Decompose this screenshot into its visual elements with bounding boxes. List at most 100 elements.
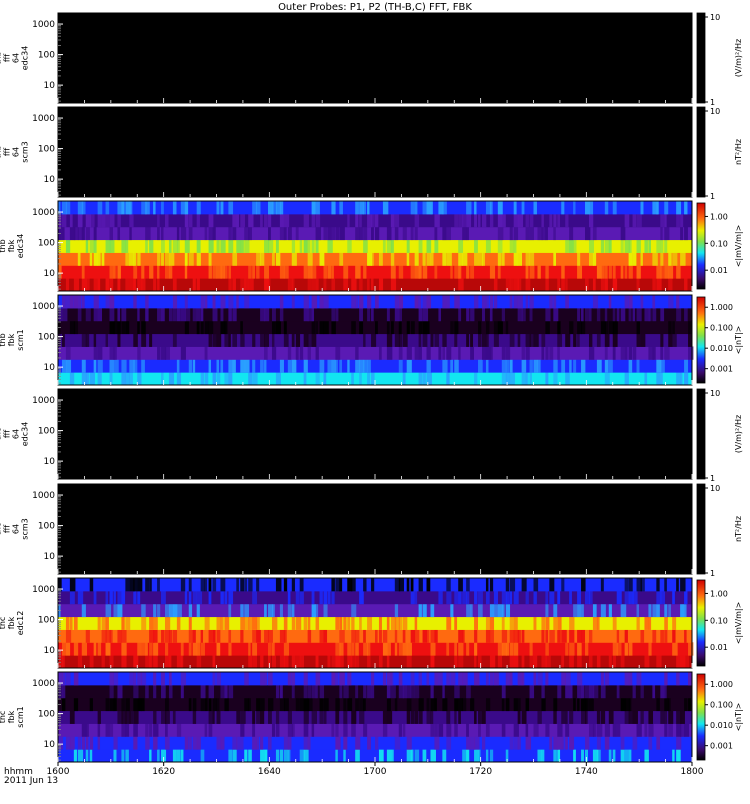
band-stripe [592, 723, 597, 737]
band-stripe [224, 590, 228, 605]
band-stripe [283, 213, 290, 228]
band-stripe [264, 307, 270, 322]
band-stripe [398, 265, 404, 279]
band-stripe [430, 684, 434, 699]
band-stripe [117, 201, 123, 215]
band-stripe [668, 295, 674, 309]
band-stripe [489, 672, 494, 686]
band-stripe [208, 723, 213, 737]
band-stripe [121, 590, 126, 605]
band-stripe [382, 642, 388, 656]
band-stripe [145, 723, 149, 737]
band-stripe [283, 655, 289, 669]
band-stripe [485, 578, 489, 592]
band-stripe [184, 201, 189, 215]
band-stripe [161, 684, 166, 699]
band-stripe [458, 590, 462, 605]
band-stripe [109, 359, 114, 373]
band-stripe [291, 333, 295, 347]
band-stripe [446, 252, 452, 266]
band-stripe [351, 629, 356, 643]
band-stripe [125, 749, 129, 763]
band-stripe [141, 697, 145, 712]
band-stripe [323, 603, 328, 618]
band-stripe [624, 213, 630, 228]
band-stripe [121, 201, 125, 215]
band-stripe [367, 684, 372, 699]
panel-y-label-line: fff [3, 148, 12, 157]
band-stripe [513, 590, 519, 605]
band-stripe [125, 697, 130, 712]
band-stripe [684, 278, 688, 292]
band-stripe [406, 710, 411, 724]
band-stripe [521, 307, 526, 322]
panel-y-label-line: thc [0, 617, 7, 630]
y-tick-label: 100 [38, 522, 55, 532]
band-stripe [196, 642, 201, 656]
band-stripe [402, 226, 407, 241]
band-stripe [501, 723, 506, 737]
band-stripe [553, 252, 557, 266]
band-stripe [153, 201, 156, 215]
band-stripe [525, 213, 529, 228]
band-stripe [113, 749, 117, 763]
band-stripe [291, 239, 296, 253]
band-stripe [81, 736, 85, 750]
x-tick-label: 1800 [681, 767, 704, 777]
band-stripe [129, 213, 134, 228]
band-stripe [624, 265, 628, 279]
band-stripe [77, 655, 83, 669]
band-stripe [279, 307, 284, 322]
band-stripe [585, 226, 591, 241]
band-stripe [291, 295, 295, 309]
panel-plot-area [58, 13, 692, 103]
band-stripe [394, 226, 399, 241]
band-stripe [256, 697, 261, 712]
band-stripe [295, 590, 300, 605]
band-stripe [636, 307, 642, 322]
band-stripe [291, 603, 295, 618]
y-tick-label: 100 [38, 145, 55, 155]
band-stripe [680, 578, 686, 592]
band-stripe [268, 239, 274, 253]
band-stripe [648, 736, 653, 750]
band-stripe [676, 736, 682, 750]
band-stripe [164, 723, 168, 737]
band-stripe [600, 278, 605, 292]
band-stripe [89, 578, 94, 592]
band-stripe [513, 723, 519, 737]
band-stripe [466, 578, 470, 592]
band-stripe [287, 736, 292, 750]
band-stripe [521, 655, 525, 669]
band-stripe [501, 359, 507, 373]
band-stripe [105, 201, 110, 215]
band-stripe [311, 278, 316, 292]
band-stripe [398, 672, 403, 686]
band-stripe [77, 295, 82, 309]
band-stripe [386, 642, 391, 656]
band-stripe [644, 749, 649, 763]
band-stripe [157, 226, 160, 241]
band-stripe [616, 723, 621, 737]
band-stripe [414, 684, 420, 699]
y-tick-label: 1000 [32, 396, 55, 406]
band-stripe [585, 642, 589, 656]
band-stripe [557, 684, 562, 699]
band-stripe [117, 265, 121, 279]
band-stripe [656, 201, 659, 215]
band-stripe [581, 578, 586, 592]
band-stripe [359, 226, 363, 241]
band-stripe [212, 697, 218, 712]
band-stripe [382, 629, 388, 643]
band-stripe [113, 697, 117, 712]
band-stripe [466, 749, 470, 763]
band-stripe [331, 578, 335, 592]
band-stripe [450, 265, 453, 279]
band-stripe [656, 372, 661, 386]
band-stripe [474, 710, 477, 724]
band-stripe [275, 723, 280, 737]
band-stripe [157, 307, 162, 322]
band-stripe [581, 359, 586, 373]
band-stripe [236, 578, 239, 592]
band-stripe [204, 578, 208, 592]
